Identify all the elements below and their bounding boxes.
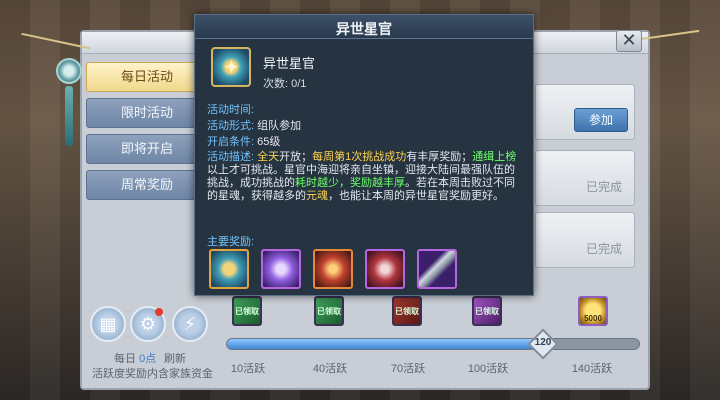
activity-form-row: 活动形式: 组队参加 xyxy=(207,119,301,133)
activity-reward-note: 活跃度奖励内含家族资金 xyxy=(92,368,213,380)
activity-icon: ✦ xyxy=(211,47,251,87)
gear-icon: ⚙ xyxy=(139,314,157,334)
popup-title: 异世星官 xyxy=(336,21,392,37)
claimed-tag: 已领取 xyxy=(235,307,259,316)
condition-value: 65级 xyxy=(257,136,281,148)
tab-list: 每日活动 限时活动 即将开启 周常奖励 xyxy=(86,62,198,206)
desc-part: 全天 xyxy=(257,151,280,163)
reward-chest-140[interactable]: 5000 xyxy=(578,296,608,326)
daily-points-value: 0点 xyxy=(139,353,157,365)
claimed-tag: 已领取 xyxy=(475,307,499,316)
reward-medallion-icon[interactable] xyxy=(209,249,249,289)
reward-crystal-icon[interactable] xyxy=(261,249,301,289)
tab-daily[interactable]: 每日活动 xyxy=(86,62,198,92)
milestone-label: 140活跃 xyxy=(571,363,613,375)
desc-part: 有丰厚奖励； xyxy=(406,151,473,163)
desc-part: 开放； xyxy=(279,151,313,163)
activity-progress-bar xyxy=(226,338,640,350)
form-label: 活动形式: xyxy=(207,120,255,132)
milestone-label: 70活跃 xyxy=(390,363,426,375)
milestone-label: 100活跃 xyxy=(467,363,509,375)
reward-chest-100[interactable]: 已领取 xyxy=(472,296,502,326)
calendar-icon: ▦ xyxy=(99,314,117,334)
refresh-button[interactable]: ⚡ xyxy=(172,306,208,342)
form-value: 组队参加 xyxy=(257,120,302,132)
desc-part: 元魂 xyxy=(306,190,328,202)
star-medallion-icon: ✦ xyxy=(223,57,240,79)
desc-part: 通缉上榜 xyxy=(472,151,517,163)
reward-chest-40[interactable]: 已领取 xyxy=(314,296,344,326)
attempt-count: 次数: 0/1 xyxy=(263,78,307,90)
desc-part: 耗时越少，奖励越丰厚 xyxy=(295,177,405,189)
pendant-tassel xyxy=(65,86,73,146)
milestone-label: 10活跃 xyxy=(230,363,266,375)
progress-marker-value: 120 xyxy=(534,337,552,348)
desc-part: 每周第1次挑战成功 xyxy=(312,151,407,163)
tab-upcoming[interactable]: 即将开启 xyxy=(86,134,198,164)
activity-description: 活动描述: 全天开放；每周第1次挑战成功有丰厚奖励；通缉上榜以上才可挑战。星官中… xyxy=(207,151,525,203)
condition-label: 开启条件: xyxy=(207,136,255,148)
calendar-button[interactable]: ▦ xyxy=(90,306,126,342)
desc-part: ，也能让本周的异世星官奖励更好。 xyxy=(328,190,504,202)
progress-fill xyxy=(227,339,549,349)
refresh-label: 刷新 xyxy=(164,353,186,365)
completed-status: 已完成 xyxy=(586,242,623,256)
jade-pendant-icon xyxy=(56,58,82,84)
completed-status: 已完成 xyxy=(586,180,623,194)
open-condition-row: 开启条件: 65级 xyxy=(207,135,280,149)
milestone-label: 40活跃 xyxy=(312,363,348,375)
lightning-icon: ⚡ xyxy=(183,314,197,334)
reward-sword-icon[interactable] xyxy=(417,249,457,289)
notification-dot xyxy=(155,308,163,316)
rewards-label: 主要奖励: xyxy=(207,236,255,248)
daily-points-label: 每日 0点 xyxy=(114,350,156,366)
activity-name: 异世星官 xyxy=(263,56,316,71)
reward-beast-icon[interactable] xyxy=(365,249,405,289)
join-button[interactable]: 参加 xyxy=(574,108,628,132)
gold-amount: 5000 xyxy=(584,314,602,323)
daily-label: 每日 xyxy=(114,353,136,365)
claimed-tag: 已领取 xyxy=(395,307,419,316)
activity-time-row: 活动时间: xyxy=(207,103,254,117)
tab-weekly-rewards[interactable]: 周常奖励 xyxy=(86,170,198,200)
claimed-tag: 已领取 xyxy=(317,307,341,316)
activity-detail-popup: 异世星官 ✦ 异世星官 次数: 0/1 活动时间: 活动形式: 组队参加 开启条… xyxy=(194,14,534,296)
desc-label: 活动描述: xyxy=(207,151,255,163)
reward-beast-icon[interactable] xyxy=(313,249,353,289)
reward-chest-70[interactable]: 已领取 xyxy=(392,296,422,326)
tab-limited[interactable]: 限时活动 xyxy=(86,98,198,128)
close-button[interactable]: ✕ xyxy=(616,30,642,52)
time-label: 活动时间: xyxy=(207,104,255,116)
reward-chest-10[interactable]: 已领取 xyxy=(232,296,262,326)
